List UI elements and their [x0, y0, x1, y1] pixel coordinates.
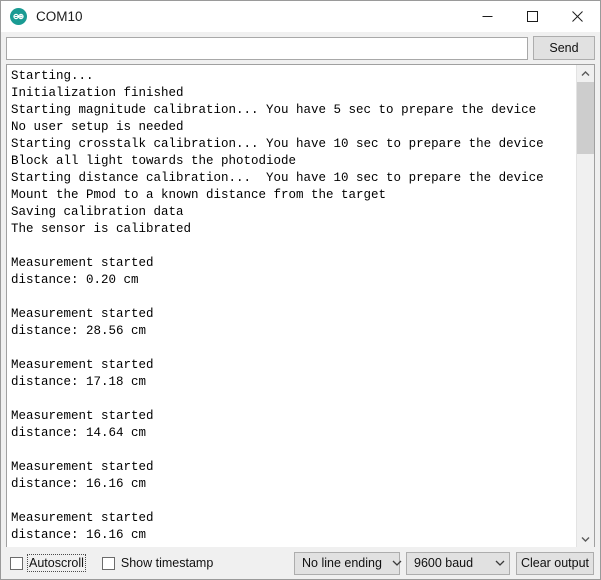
line-ending-value: No line ending	[302, 556, 382, 570]
title-bar: COM10	[1, 1, 600, 32]
show-timestamp-checkbox-box[interactable]	[101, 556, 115, 570]
chevron-down-icon	[382, 560, 402, 566]
line-ending-dropdown[interactable]: No line ending	[294, 551, 402, 575]
minimize-icon[interactable]	[465, 1, 510, 32]
chevron-down-icon	[485, 560, 505, 566]
baud-rate-dropdown[interactable]: 9600 baud	[406, 551, 510, 575]
chevron-down-icon[interactable]	[577, 530, 594, 547]
scrollbar-thumb[interactable]	[577, 82, 594, 154]
console-scrollbar[interactable]	[576, 65, 594, 547]
baud-rate-value: 9600 baud	[414, 556, 474, 570]
autoscroll-checkbox-box[interactable]	[10, 556, 23, 570]
title-bar-left: COM10	[1, 8, 83, 25]
close-icon[interactable]	[555, 1, 600, 32]
window-controls	[465, 1, 600, 32]
chevron-up-icon[interactable]	[577, 65, 594, 82]
autoscroll-checkbox[interactable]: Autoscroll	[10, 554, 86, 572]
console-panel: Starting... Initialization finished Star…	[6, 64, 595, 547]
send-row: Send	[1, 32, 600, 64]
serial-monitor-window: COM10 Send Starting... Initialization fi…	[0, 0, 601, 580]
window-title: COM10	[36, 8, 83, 24]
autoscroll-label: Autoscroll	[27, 554, 86, 572]
maximize-icon[interactable]	[510, 1, 555, 32]
clear-output-button[interactable]: Clear output	[516, 551, 594, 575]
console-output[interactable]: Starting... Initialization finished Star…	[7, 65, 576, 547]
scrollbar-track[interactable]	[577, 82, 594, 530]
show-timestamp-label: Show timestamp	[120, 556, 214, 570]
show-timestamp-checkbox[interactable]: Show timestamp	[101, 556, 214, 570]
serial-command-input[interactable]	[6, 36, 528, 60]
arduino-logo-icon	[10, 8, 27, 25]
status-bar: Autoscroll Show timestamp No line ending…	[1, 547, 600, 579]
send-button[interactable]: Send	[533, 36, 595, 60]
